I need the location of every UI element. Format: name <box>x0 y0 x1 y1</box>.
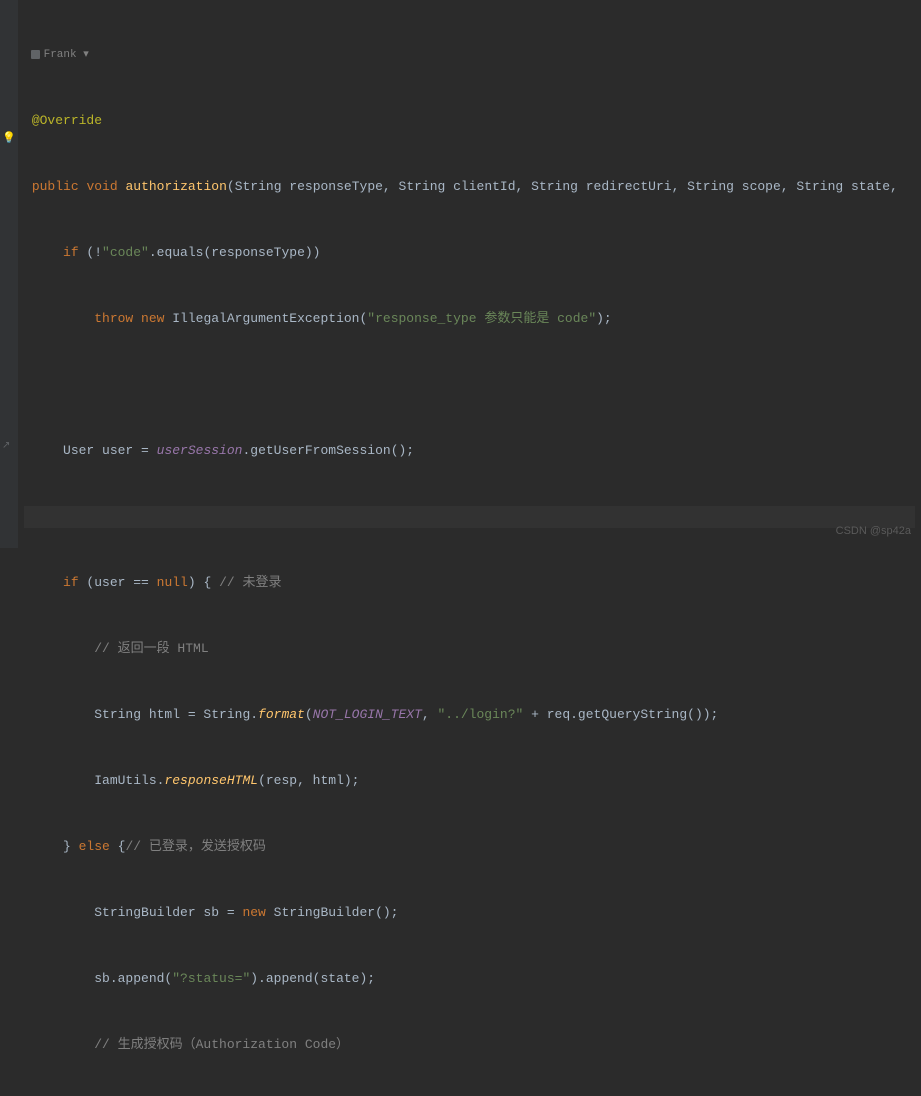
code-line: if (!"code".equals(responseType)) <box>24 242 915 264</box>
code-line: // 生成授权码（Authorization Code） <box>24 1034 915 1056</box>
code-editor[interactable]: 💡 ↗ Frank ▾ @Override public void author… <box>0 0 921 548</box>
code-line <box>24 374 915 396</box>
code-line: sb.append("?status=").append(state); <box>24 968 915 990</box>
code-line: // 返回一段 HTML <box>24 638 915 660</box>
code-line: StringBuilder sb = new StringBuilder(); <box>24 902 915 924</box>
author-hint: Frank ▾ <box>24 44 915 66</box>
code-line: @Override <box>24 110 915 132</box>
watermark: CSDN @sp42a <box>836 520 911 542</box>
code-line: User user = userSession.getUserFromSessi… <box>24 440 915 462</box>
code-line: IamUtils.responseHTML(resp, html); <box>24 770 915 792</box>
code-content[interactable]: Frank ▾ @Override public void authorizat… <box>18 0 921 548</box>
person-icon <box>31 50 40 59</box>
code-line: String html = String.format(NOT_LOGIN_TE… <box>24 704 915 726</box>
code-line: } else {// 已登录，发送授权码 <box>24 836 915 858</box>
code-line: public void authorization(String respons… <box>24 176 915 198</box>
code-line: throw new IllegalArgumentException("resp… <box>24 308 915 330</box>
override-arrow-icon[interactable]: ↗ <box>2 436 10 458</box>
code-line-highlight <box>24 506 915 528</box>
gutter: 💡 ↗ <box>0 0 18 548</box>
code-line: if (user == null) { // 未登录 <box>24 572 915 594</box>
lightbulb-icon[interactable]: 💡 <box>2 128 16 150</box>
